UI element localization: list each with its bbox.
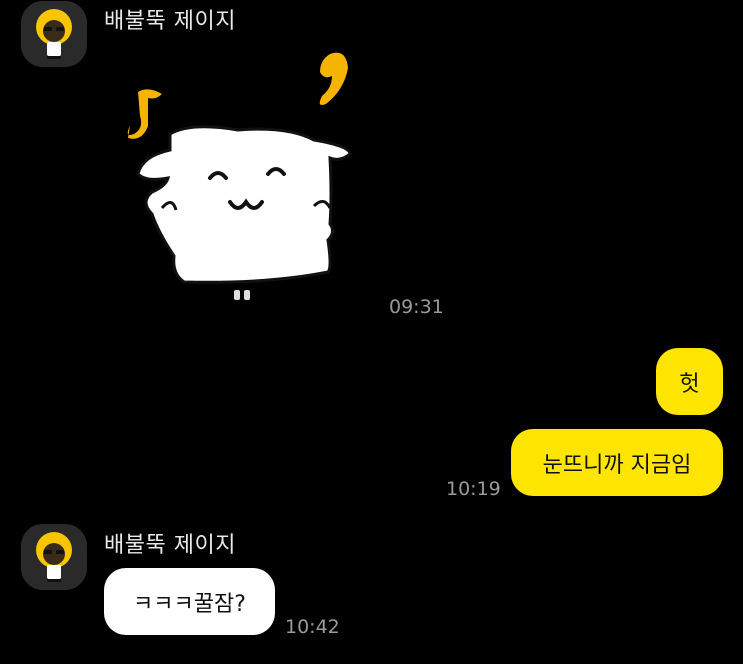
message-timestamp: 10:19 xyxy=(446,478,501,500)
sender-name: 배불뚝 제이지 xyxy=(104,9,236,34)
message-text: ㅋㅋㅋ꿀잠? xyxy=(133,591,246,617)
contact-message-bubble[interactable]: ㅋㅋㅋ꿀잠? xyxy=(104,568,275,635)
my-message-bubble[interactable]: 헛 xyxy=(656,348,723,415)
message-timestamp: 09:31 xyxy=(389,296,444,318)
dancing-white-character-sticker[interactable] xyxy=(118,46,358,306)
music-note-icon xyxy=(319,52,348,105)
jay-g-avatar-icon xyxy=(21,1,87,67)
message-timestamp: 10:42 xyxy=(285,616,340,638)
message-text: 눈뜨니까 지금임 xyxy=(542,452,692,478)
music-note-icon xyxy=(127,89,162,139)
contact-avatar[interactable] xyxy=(21,524,87,590)
contact-avatar[interactable] xyxy=(21,1,87,67)
message-text: 헛 xyxy=(679,371,700,397)
my-message-bubble[interactable]: 눈뜨니까 지금임 xyxy=(511,429,723,496)
jay-g-avatar-icon xyxy=(21,524,87,590)
sender-name: 배불뚝 제이지 xyxy=(104,533,236,558)
